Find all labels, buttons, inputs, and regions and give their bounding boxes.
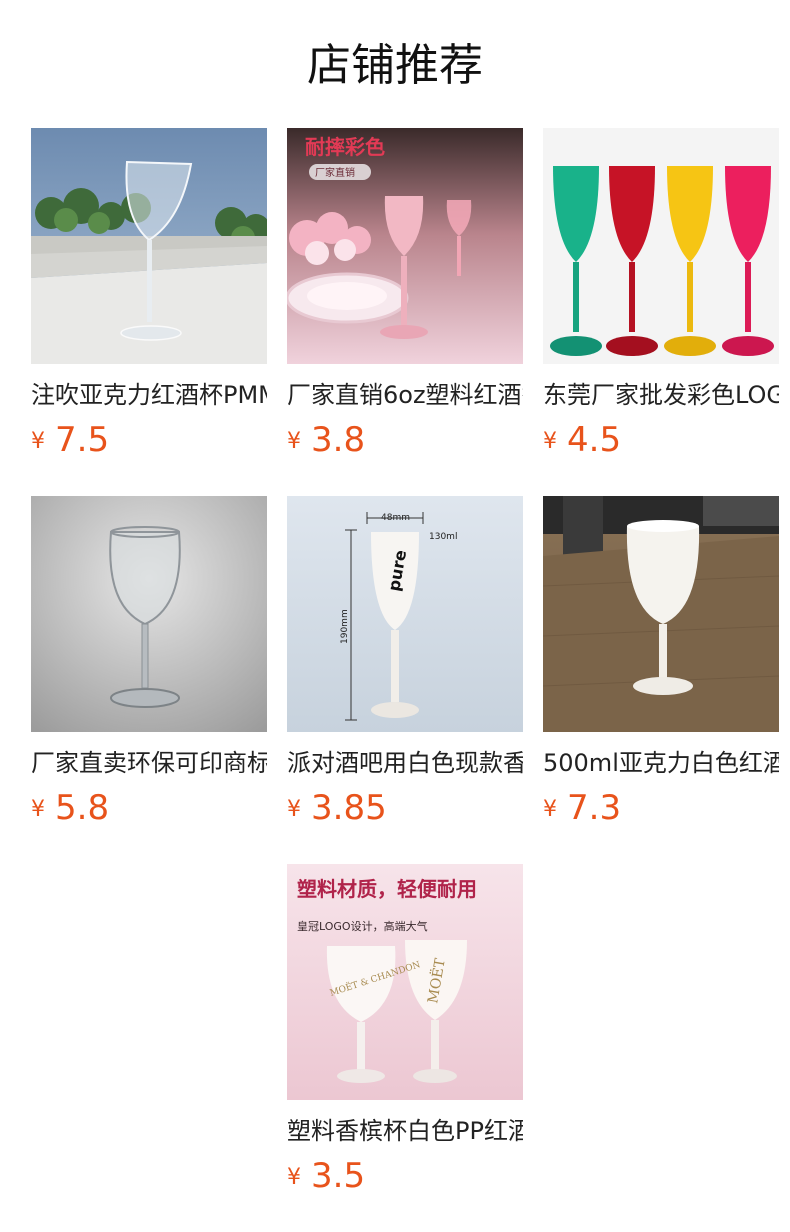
width-label: 48mm xyxy=(381,513,410,523)
product-name[interactable]: 厂家直销6oz塑料红酒香槟杯 xyxy=(287,379,523,413)
image-headline: 塑料材质，轻便耐用 xyxy=(297,877,477,901)
product-image[interactable] xyxy=(543,128,779,364)
product-card[interactable]: 注吹亚克力红酒杯PMMA透明高脚杯 ¥7.5 xyxy=(31,128,267,460)
price-value: 5.8 xyxy=(55,788,110,828)
product-image[interactable] xyxy=(31,128,267,364)
image-title-text: 耐摔彩色 xyxy=(305,135,385,159)
price-value: 7.3 xyxy=(567,788,622,828)
product-name[interactable]: 厂家直卖环保可印商标红酒杯 xyxy=(31,747,267,781)
product-card[interactable]: 48mm 130ml 190mm pure 派对酒吧用白色现款香槟杯 ¥3.85 xyxy=(287,496,523,828)
price-value: 7.5 xyxy=(55,420,110,460)
colorful-flutes-photo-icon xyxy=(543,128,779,364)
product-image[interactable] xyxy=(31,496,267,732)
product-price: ¥7.3 xyxy=(543,786,621,830)
product-price: ¥5.8 xyxy=(31,786,109,830)
image-subline: 皇冠LOGO设计，高端大气 xyxy=(297,919,428,933)
product-image[interactable]: 耐摔彩色 厂家直销 xyxy=(287,128,523,364)
product-name[interactable]: 派对酒吧用白色现款香槟杯 xyxy=(287,747,523,781)
product-price: ¥4.5 xyxy=(543,418,621,462)
product-image[interactable]: 塑料材质，轻便耐用 皇冠LOGO设计，高端大气 MOËT & CHANDON M… xyxy=(287,864,523,1100)
product-card[interactable]: 塑料材质，轻便耐用 皇冠LOGO设计，高端大气 MOËT & CHANDON M… xyxy=(287,864,523,1196)
currency-symbol: ¥ xyxy=(31,429,45,454)
currency-symbol: ¥ xyxy=(287,797,301,822)
height-label: 190mm xyxy=(340,609,350,644)
price-value: 3.85 xyxy=(311,788,387,828)
price-value: 3.5 xyxy=(311,1156,366,1196)
image-badge-text: 厂家直销 xyxy=(315,166,355,179)
currency-symbol: ¥ xyxy=(31,797,45,822)
product-name[interactable]: 塑料香槟杯白色PP红酒杯 xyxy=(287,1115,523,1149)
clear-goblet-photo-icon xyxy=(31,496,267,732)
product-name[interactable]: 东莞厂家批发彩色LOGO香槟杯 xyxy=(543,379,779,413)
volume-label: 130ml xyxy=(429,532,457,542)
currency-symbol: ¥ xyxy=(287,1165,301,1190)
white-wine-glass-photo-icon xyxy=(543,496,779,732)
product-name[interactable]: 500ml亚克力白色红酒杯 xyxy=(543,747,779,781)
product-image[interactable]: 48mm 130ml 190mm pure xyxy=(287,496,523,732)
product-price: ¥3.5 xyxy=(287,1154,365,1198)
product-name[interactable]: 注吹亚克力红酒杯PMMA透明高脚杯 xyxy=(31,379,267,413)
page-title: 店铺推荐 xyxy=(307,40,483,91)
currency-symbol: ¥ xyxy=(543,429,557,454)
white-champagne-cups-photo-icon: 塑料材质，轻便耐用 皇冠LOGO设计，高端大气 MOËT & CHANDON M… xyxy=(287,864,523,1100)
product-card[interactable]: 东莞厂家批发彩色LOGO香槟杯 ¥4.5 xyxy=(543,128,779,460)
product-card[interactable]: 厂家直卖环保可印商标红酒杯 ¥5.8 xyxy=(31,496,267,828)
white-flute-dimension-photo-icon: 48mm 130ml 190mm pure xyxy=(287,496,523,732)
product-price: ¥7.5 xyxy=(31,418,109,462)
currency-symbol: ¥ xyxy=(287,429,301,454)
product-card[interactable]: 耐摔彩色 厂家直销 厂家直销6oz塑料红酒香槟杯 ¥3.8 xyxy=(287,128,523,460)
pink-champagne-flute-photo-icon: 耐摔彩色 厂家直销 xyxy=(287,128,523,364)
currency-symbol: ¥ xyxy=(543,797,557,822)
product-price: ¥3.8 xyxy=(287,418,365,462)
clear-wine-glass-photo-icon xyxy=(31,128,267,364)
price-value: 4.5 xyxy=(567,420,622,460)
product-card[interactable]: 500ml亚克力白色红酒杯 ¥7.3 xyxy=(543,496,779,828)
product-price: ¥3.85 xyxy=(287,786,387,830)
price-value: 3.8 xyxy=(311,420,366,460)
product-image[interactable] xyxy=(543,496,779,732)
